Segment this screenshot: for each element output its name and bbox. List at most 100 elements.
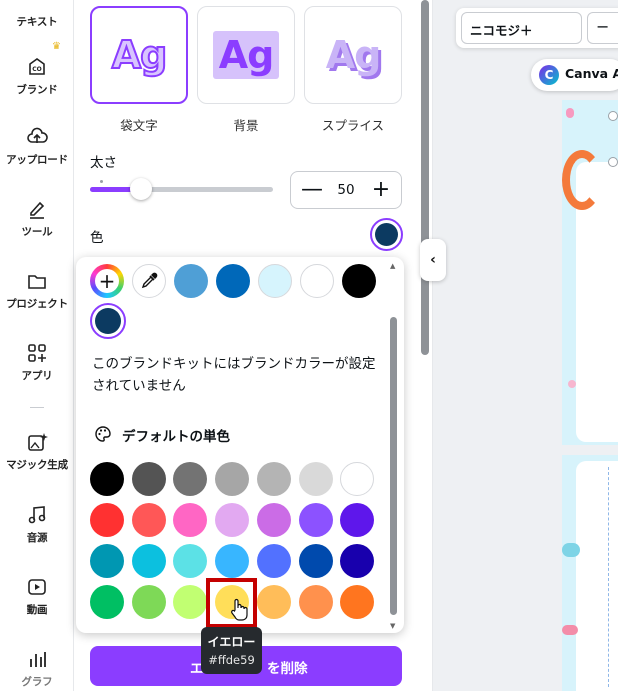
rail-item-upload[interactable]: アップロード bbox=[0, 126, 74, 167]
app-root: テキスト ♛ CO ブランド アップロード ツール プロジェクト アプリ マジッ… bbox=[0, 0, 618, 691]
default-color-swatch[interactable] bbox=[299, 503, 333, 537]
rail-item-apps[interactable]: アプリ bbox=[0, 342, 74, 383]
default-color-swatch[interactable] bbox=[90, 462, 124, 496]
rail-item-projects[interactable]: プロジェクト bbox=[0, 270, 74, 311]
decor-shape bbox=[562, 625, 578, 635]
rail-label-upload: アップロード bbox=[6, 154, 68, 166]
eyedropper-icon bbox=[141, 272, 158, 289]
effect-sample-splice: Ag bbox=[325, 33, 382, 77]
rail-item-tools[interactable]: ツール bbox=[0, 198, 74, 239]
default-color-swatch[interactable] bbox=[173, 585, 207, 619]
resize-handle[interactable] bbox=[608, 111, 618, 121]
default-color-swatch[interactable] bbox=[173, 462, 207, 496]
current-color-swatch[interactable] bbox=[370, 218, 403, 251]
collapse-panel-button[interactable]: ‹ bbox=[420, 239, 446, 281]
effect-card-background[interactable]: Ag bbox=[197, 6, 295, 104]
effect-card-outline[interactable]: Ag bbox=[90, 6, 188, 104]
default-color-swatch[interactable] bbox=[215, 544, 249, 578]
hand-cursor-icon bbox=[231, 598, 248, 621]
rail-label-apps: アプリ bbox=[21, 370, 53, 382]
bar-chart-icon bbox=[30, 652, 46, 667]
document-color-swatch[interactable] bbox=[300, 264, 334, 298]
rail-item-magic-media[interactable]: マジック生成 bbox=[0, 431, 74, 472]
color-tooltip: イエロー #ffde59 bbox=[201, 627, 262, 674]
panel-scrollbar[interactable] bbox=[421, 0, 429, 355]
scroll-up-icon[interactable]: ▲ bbox=[390, 262, 395, 270]
default-color-swatch[interactable] bbox=[173, 503, 207, 537]
document-color-swatch-selected[interactable] bbox=[90, 303, 126, 339]
scroll-down-icon[interactable]: ▼ bbox=[390, 622, 395, 630]
decor-shape bbox=[562, 543, 580, 557]
document-color-swatch[interactable] bbox=[216, 264, 250, 298]
document-color-swatch[interactable] bbox=[258, 264, 292, 298]
default-color-swatch[interactable] bbox=[90, 585, 124, 619]
video-play-icon bbox=[28, 579, 46, 595]
rail-label-charts: グラフ bbox=[21, 676, 53, 688]
effect-label-background: 背景 bbox=[233, 118, 259, 133]
rail-item-text[interactable]: テキスト bbox=[0, 0, 74, 29]
document-color-swatch[interactable] bbox=[342, 264, 376, 298]
default-color-swatch[interactable] bbox=[132, 462, 166, 496]
document-color-swatch[interactable] bbox=[174, 264, 208, 298]
svg-text:CO: CO bbox=[32, 66, 42, 73]
rail-item-video[interactable]: 動画 bbox=[0, 576, 74, 617]
thickness-increase-button[interactable]: + bbox=[371, 179, 391, 201]
thickness-stepper: — 50 + bbox=[290, 171, 402, 209]
default-color-swatch[interactable] bbox=[132, 544, 166, 578]
default-color-swatch[interactable] bbox=[340, 544, 374, 578]
default-color-swatch[interactable] bbox=[90, 544, 124, 578]
add-color-button[interactable]: + bbox=[90, 264, 124, 298]
thickness-value[interactable]: 50 bbox=[337, 182, 354, 198]
color-label: 色 bbox=[90, 230, 104, 246]
default-color-swatch[interactable] bbox=[299, 462, 333, 496]
tooltip-color-hex: #ffde59 bbox=[208, 653, 255, 667]
default-color-swatch[interactable] bbox=[340, 462, 374, 496]
rail-item-audio[interactable]: 音源 bbox=[0, 504, 74, 545]
popup-scrollbar[interactable] bbox=[390, 317, 397, 615]
canva-logo-icon: C bbox=[539, 65, 559, 85]
font-family-select[interactable]: ニコモジ＋ bbox=[461, 12, 582, 44]
slider-thumb[interactable] bbox=[130, 178, 152, 200]
pen-tool-icon bbox=[30, 201, 45, 219]
music-note-icon bbox=[28, 506, 46, 524]
resize-handle[interactable] bbox=[608, 157, 618, 167]
default-color-swatch[interactable] bbox=[257, 585, 291, 619]
apps-grid-icon bbox=[28, 344, 46, 362]
default-color-swatch[interactable] bbox=[215, 503, 249, 537]
thickness-slider[interactable] bbox=[90, 178, 273, 200]
default-color-swatch[interactable] bbox=[132, 503, 166, 537]
effect-card-splice[interactable]: Ag bbox=[304, 6, 402, 104]
guide-line bbox=[608, 467, 609, 687]
current-color-fill bbox=[375, 223, 398, 246]
default-color-swatch[interactable] bbox=[173, 544, 207, 578]
effect-sample-outline: Ag bbox=[111, 32, 169, 78]
font-size-decrease-button[interactable]: − bbox=[587, 12, 618, 44]
default-color-swatch[interactable] bbox=[257, 462, 291, 496]
eyedropper-button[interactable] bbox=[132, 264, 166, 298]
default-color-swatch[interactable] bbox=[299, 544, 333, 578]
design-page-1[interactable] bbox=[562, 100, 618, 445]
default-color-swatch[interactable] bbox=[257, 544, 291, 578]
rail-label-brand: ブランド bbox=[16, 84, 58, 96]
default-color-swatch[interactable] bbox=[215, 462, 249, 496]
decor-ring bbox=[562, 150, 602, 210]
default-color-swatch[interactable] bbox=[299, 585, 333, 619]
default-color-swatch[interactable] bbox=[340, 503, 374, 537]
default-color-swatch[interactable] bbox=[340, 585, 374, 619]
default-color-swatch[interactable] bbox=[257, 503, 291, 537]
decor-shape bbox=[566, 108, 574, 118]
rail-divider bbox=[30, 407, 44, 408]
default-color-swatch[interactable] bbox=[90, 503, 124, 537]
palette-icon bbox=[95, 426, 111, 442]
default-color-swatch[interactable] bbox=[132, 585, 166, 619]
thickness-label: 太さ bbox=[90, 155, 117, 171]
thickness-decrease-button[interactable]: — bbox=[301, 179, 323, 201]
swatch-fill bbox=[95, 308, 121, 334]
chevron-left-icon: ‹ bbox=[430, 252, 436, 268]
rail-item-brand[interactable]: CO ブランド bbox=[0, 56, 74, 97]
remove-effect-label-end: を削除 bbox=[267, 661, 308, 677]
page-card bbox=[576, 461, 618, 691]
rail-item-charts[interactable]: グラフ bbox=[0, 648, 74, 689]
design-page-2[interactable] bbox=[562, 455, 618, 691]
rail-label-tools: ツール bbox=[21, 226, 53, 238]
